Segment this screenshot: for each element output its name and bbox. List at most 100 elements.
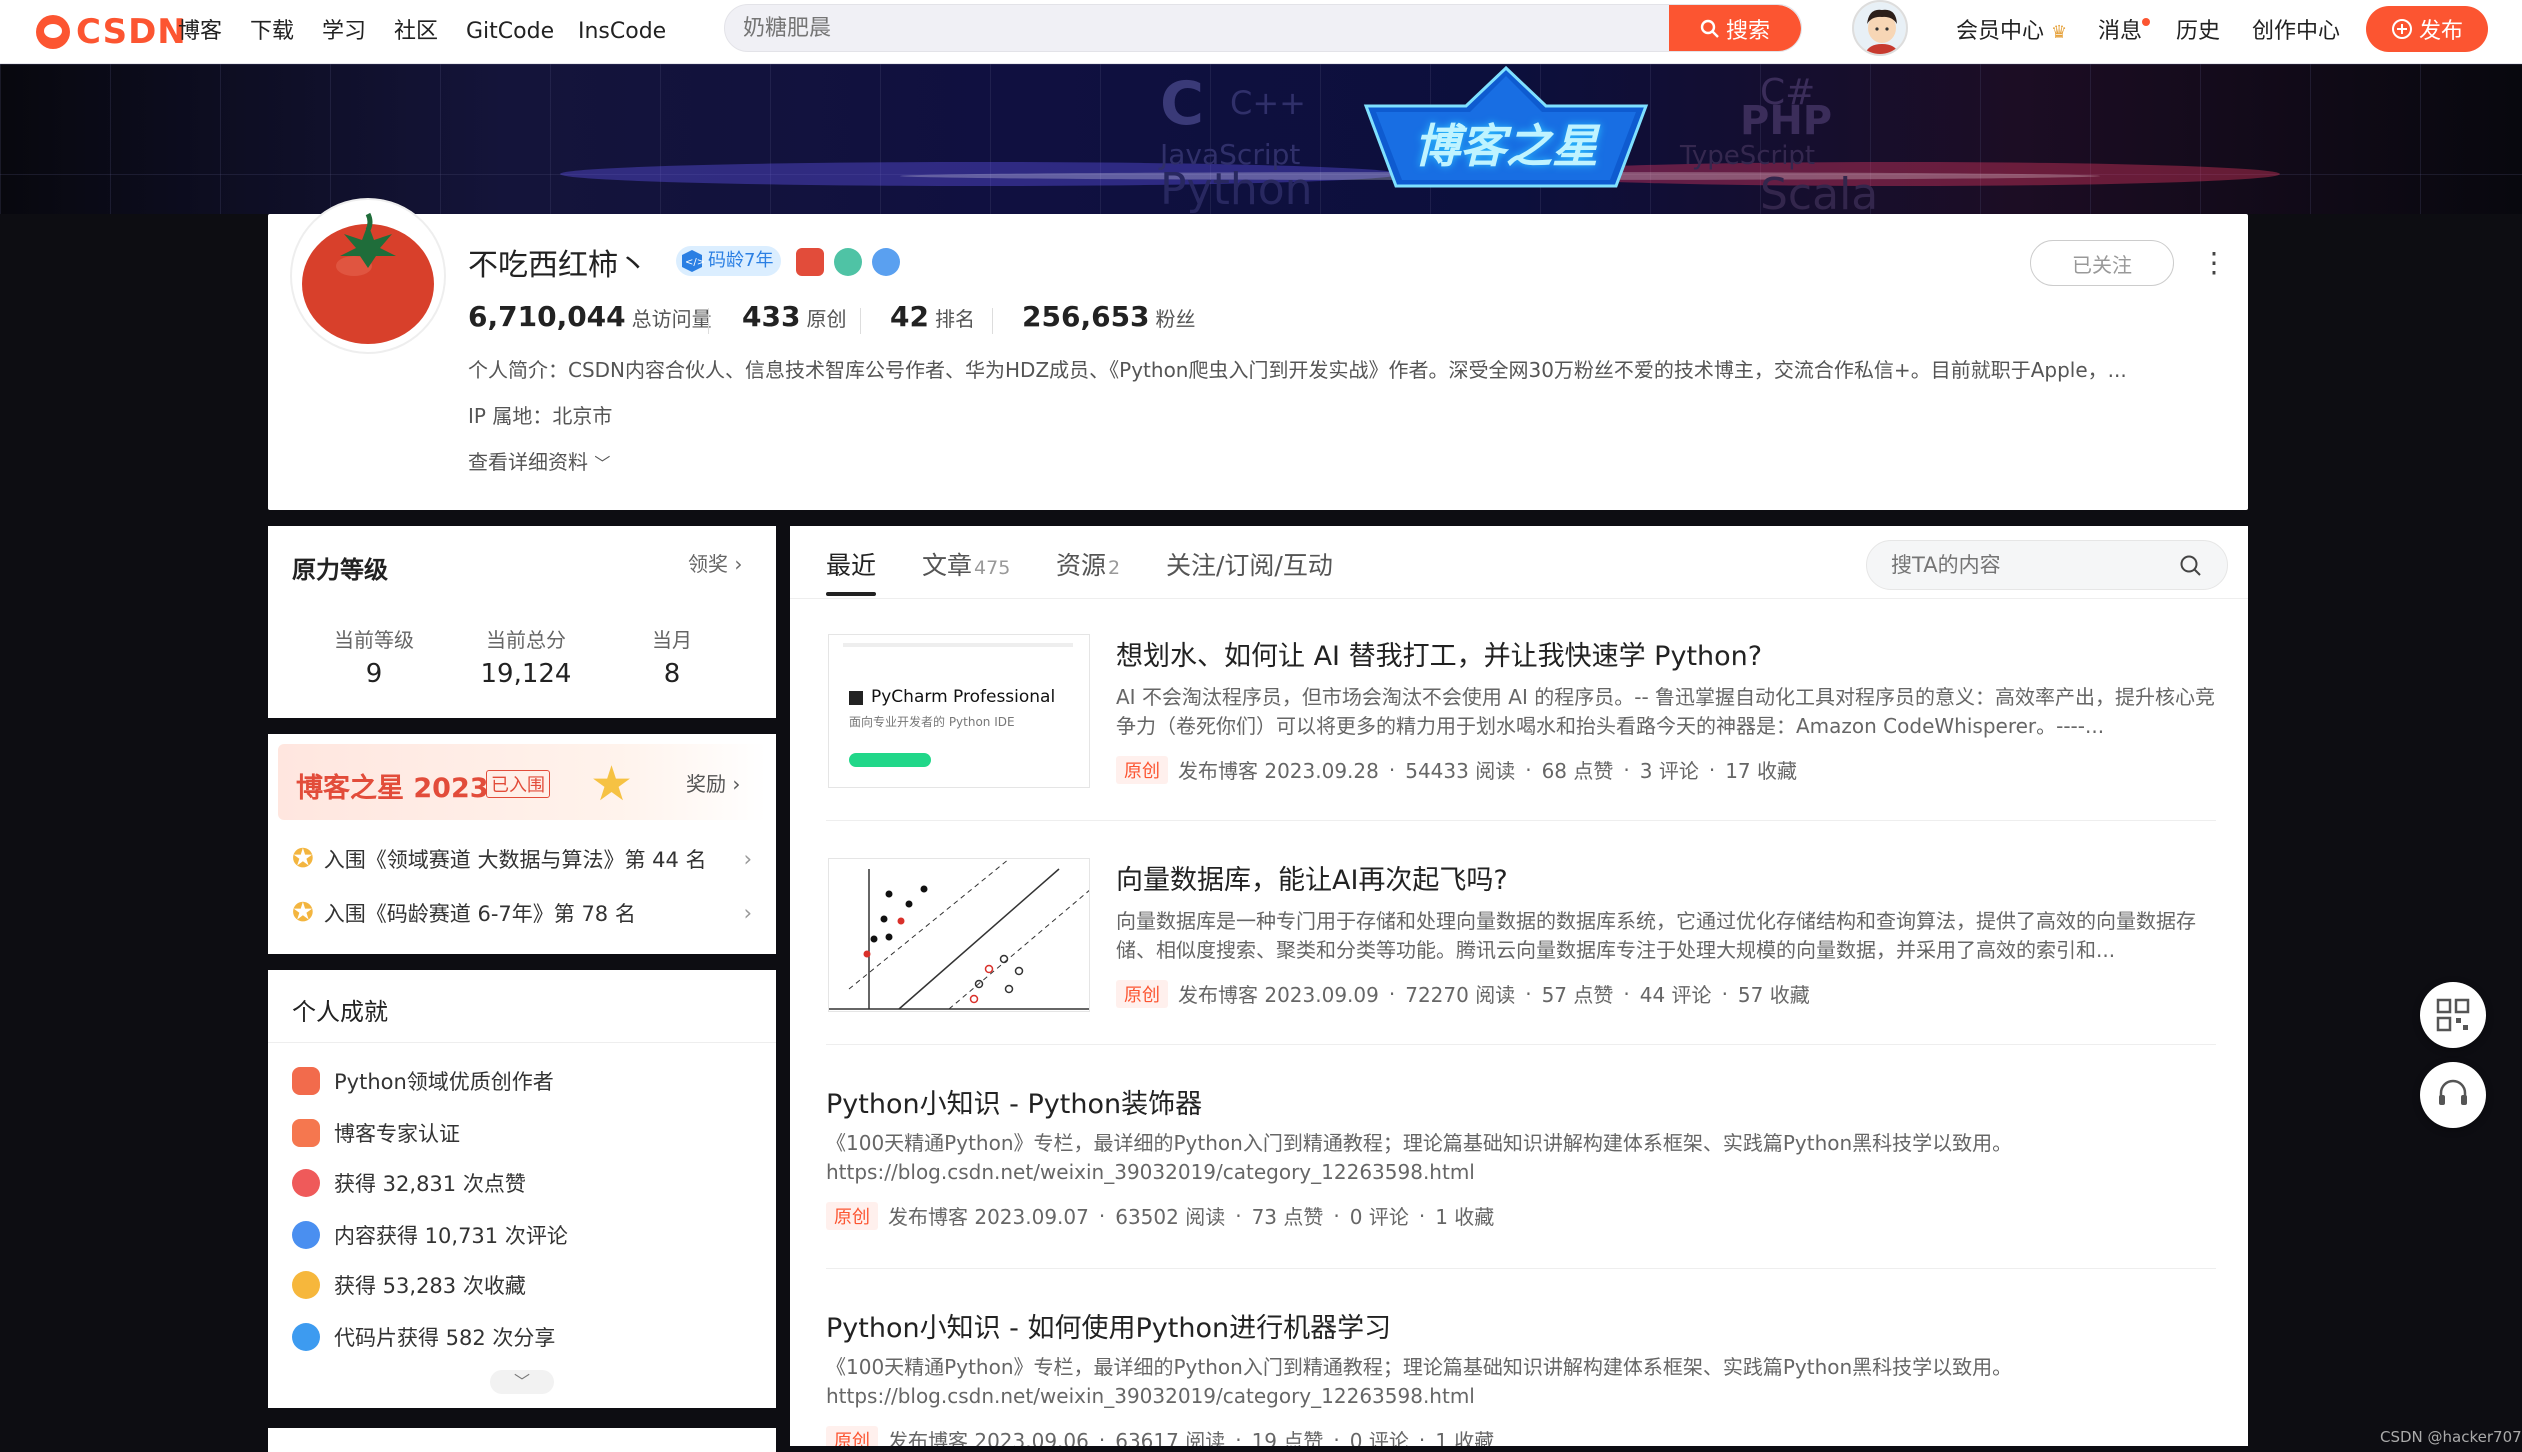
star-reward-link[interactable]: 奖励 › <box>686 768 740 797</box>
thumb-title: PyCharm Professional <box>871 687 1056 707</box>
crown-icon: ♛ <box>2051 22 2068 43</box>
customer-service-button[interactable] <box>2420 1062 2486 1128</box>
partner-badge-icon[interactable] <box>834 248 862 276</box>
nav-community[interactable]: 社区 <box>394 14 438 50</box>
article-thumbnail[interactable] <box>828 858 1090 1012</box>
stat-rank: 42 排名 <box>890 300 975 333</box>
nav-vip-center[interactable]: 会员中心 ♛ <box>1956 14 2067 50</box>
article-title[interactable]: 向量数据库，能让AI再次起飞吗? <box>1116 858 2216 897</box>
article-title[interactable]: 想划水、如何让 AI 替我打工，并让我快速学 Python? <box>1116 634 2216 673</box>
claim-reward-link[interactable]: 领奖 › <box>688 548 742 577</box>
svg-text:</>: </> <box>685 257 704 268</box>
nav-messages[interactable]: 消息 <box>2098 14 2150 50</box>
star-item-label: 入围《码龄赛道 6-7年》第 78 名 <box>323 902 636 926</box>
level-month-label: 当月 <box>652 628 692 652</box>
nav-download[interactable]: 下载 <box>250 14 294 50</box>
original-tag: 原创 <box>826 1425 878 1446</box>
level-panel: 原力等级 领奖 › 当前等级 9 当前总分 19,124 当月 8 <box>268 526 776 718</box>
original-tag: 原创 <box>826 1201 878 1230</box>
chevron-down-icon: ﹀ <box>594 454 611 473</box>
logo-text: CSDN <box>76 12 187 52</box>
comment-icon <box>292 1221 320 1249</box>
nav-learn[interactable]: 学习 <box>322 14 366 50</box>
nav-creator-center[interactable]: 创作中心 <box>2252 14 2340 50</box>
nav-inscode[interactable]: InsCode <box>578 14 666 50</box>
achievement-item: 内容获得 10,731 次评论 <box>292 1220 568 1250</box>
blog-star-banner-title: 博客之星 <box>1356 65 1656 188</box>
article-thumbnail[interactable]: PyCharm Professional 面向专业开发者的 Python IDE <box>828 634 1090 788</box>
coding-age-label: 码龄7年 <box>708 250 774 271</box>
next-panel-stub <box>268 1428 776 1452</box>
article-item[interactable]: 想划水、如何让 AI 替我打工，并让我快速学 Python? AI 不会淘汰程序… <box>1116 634 2216 784</box>
publish-button[interactable]: 发布 <box>2366 6 2488 52</box>
star-item[interactable]: ✪ 入围《码龄赛道 6-7年》第 78 名 › <box>292 898 752 928</box>
user-content-search <box>1866 540 2228 590</box>
tab-resources[interactable]: 资源 2 <box>1056 546 1120 586</box>
svg-text:TypeScript: TypeScript <box>1679 141 1815 171</box>
svg-text:C: C <box>1160 69 1204 139</box>
medal-icon: ✪ <box>292 844 314 874</box>
expand-achievements-button[interactable]: ﹀ <box>490 1370 554 1394</box>
creator-badge-icon <box>292 1067 320 1095</box>
chevron-right-icon: › <box>732 772 741 796</box>
profile-card: 不吃西红柿丶 </> 码龄7年 6,710,044 总访问量 433 原创 42 排名… <box>268 200 2248 510</box>
unread-dot <box>2142 18 2150 26</box>
article-meta: 原创 发布博客 2023.09.28 · 54433 阅读 · 68 点赞 · 3 评… <box>1116 755 2216 784</box>
star-reward-label: 奖励 <box>686 772 726 796</box>
thumb-header-bar <box>843 643 1073 647</box>
profile-banner: C C++ JavaScript Python PHP C# TypeScrip… <box>0 64 2522 214</box>
csdn-logo[interactable]: CSDN <box>36 10 187 54</box>
star-item-label: 入围《领域赛道 大数据与算法》第 44 名 <box>323 848 707 872</box>
tab-recent[interactable]: 最近 <box>826 546 876 586</box>
top-navbar: CSDN 博客 下载 学习 社区 GitCode InsCode 搜索 会员中心… <box>0 0 2522 64</box>
favorite-icon <box>292 1271 320 1299</box>
star-icon: ★ <box>590 756 634 812</box>
qrcode-button[interactable] <box>2420 982 2486 1048</box>
view-details-label: 查看详细资料 <box>468 450 588 474</box>
expert-badge-icon[interactable] <box>796 248 824 276</box>
nav-blog[interactable]: 博客 <box>178 14 222 50</box>
article-title[interactable]: Python小知识 - 如何使用Python进行机器学习 <box>826 1306 2216 1345</box>
chevron-right-icon: › <box>743 847 752 871</box>
chevron-right-icon: › <box>734 552 743 576</box>
watermark: CSDN @hacker707 <box>2380 1428 2522 1446</box>
article-item[interactable]: Python小知识 - 如何使用Python进行机器学习 《100天精通Pyth… <box>826 1306 2216 1446</box>
follow-button[interactable]: 已关注 <box>2030 240 2174 286</box>
avatar-illustration-icon <box>1854 2 1906 54</box>
nav-gitcode[interactable]: GitCode <box>466 14 554 50</box>
article-desc: 《100天精通Python》专栏，最详细的Python入门到精通教程；理论篇基础… <box>826 1131 2013 1184</box>
verified-badge-icon[interactable] <box>872 248 900 276</box>
code-share-icon <box>292 1323 320 1351</box>
level-total-label: 当前总分 <box>486 628 566 652</box>
level-current-value: 9 <box>365 659 383 689</box>
stat-divider <box>860 308 861 334</box>
article-divider <box>826 820 2216 821</box>
profile-intro: 个人简介：CSDN内容合伙人、信息技术智库公号作者、华为HDZ成员、《Pytho… <box>468 358 2127 382</box>
article-divider <box>826 1268 2216 1269</box>
tomato-avatar-icon <box>296 204 440 348</box>
tab-follow-interact[interactable]: 关注/订阅/互动 <box>1166 546 1333 586</box>
search-input[interactable] <box>743 5 1663 51</box>
user-avatar[interactable] <box>1852 0 1908 56</box>
star-item[interactable]: ✪ 入围《领域赛道 大数据与算法》第 44 名 › <box>292 844 752 874</box>
level-month-value: 8 <box>663 659 681 689</box>
achievements-divider <box>268 1042 776 1043</box>
user-content-search-input[interactable] <box>1891 541 2181 589</box>
nav-history[interactable]: 历史 <box>2176 14 2220 50</box>
article-item[interactable]: Python小知识 - Python装饰器 《100天精通Python》专栏，最… <box>826 1082 2216 1230</box>
level-month: 当月 8 <box>632 624 712 689</box>
view-details-link[interactable]: 查看详细资料 ﹀ <box>468 446 610 475</box>
original-tag: 原创 <box>1116 755 1168 784</box>
article-item[interactable]: 向量数据库，能让AI再次起飞吗? 向量数据库是一种专门用于存储和处理向量数据的数… <box>1116 858 2216 1008</box>
stat-divider <box>992 308 993 334</box>
more-options-icon[interactable]: ⋮ <box>2200 244 2228 282</box>
blog-star-panel: 博客之星 2023 已入围 ★ 奖励 › ✪ 入围《领域赛道 大数据与算法》第 … <box>268 734 776 954</box>
thumb-subtitle: 面向专业开发者的 Python IDE <box>849 715 1015 729</box>
thumb-button-shape <box>849 753 931 767</box>
search-button[interactable]: 搜索 <box>1669 5 1801 51</box>
search-icon[interactable] <box>2179 554 2203 578</box>
article-title[interactable]: Python小知识 - Python装饰器 <box>826 1082 2216 1121</box>
logo-mark-icon <box>36 15 70 49</box>
tab-articles[interactable]: 文章 475 <box>922 546 1010 586</box>
profile-avatar[interactable] <box>292 200 444 352</box>
